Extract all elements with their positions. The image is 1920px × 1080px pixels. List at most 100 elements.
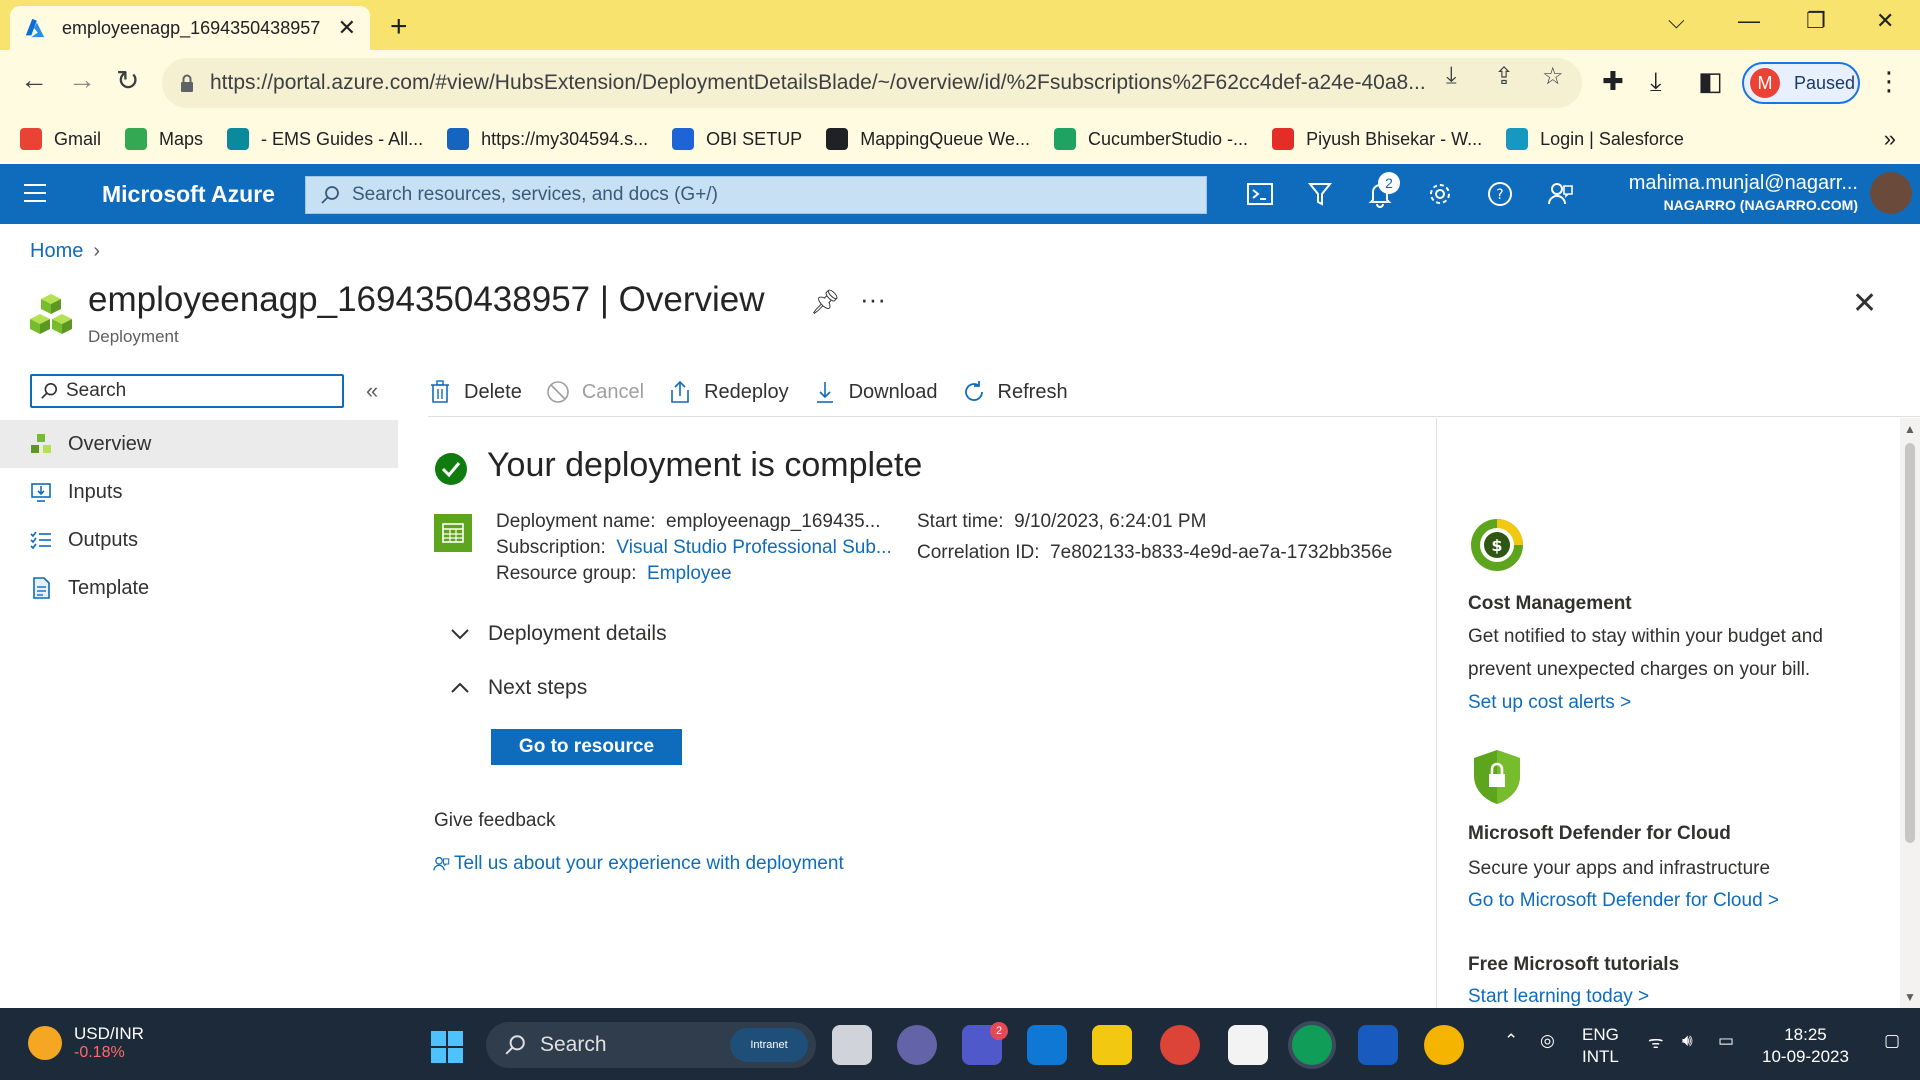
cost-alerts-link[interactable]: Set up cost alerts > [1468,692,1631,714]
currency-widget[interactable]: USD/INR -0.18% [28,1024,144,1062]
tab-search-chevron-icon[interactable]: ⌵ [1668,8,1685,34]
wifi-icon[interactable]: ᯤ [1648,1032,1664,1054]
scroll-up-arrow-icon[interactable]: ▲ [1904,422,1916,436]
notepad-icon[interactable] [1228,1025,1268,1065]
sidebar-search-input[interactable]: Search [30,374,344,408]
chrome-menu-icon[interactable]: ⋮ [1876,66,1902,97]
minimize-icon[interactable]: — [1738,8,1760,34]
battery-icon[interactable]: ▭ [1718,1030,1734,1052]
bookmark-item[interactable]: Gmail [20,128,101,150]
taskbar-search[interactable]: Search Intranet [486,1022,816,1068]
azure-header: Microsoft Azure Search resources, servic… [0,164,1920,224]
defender-shield-icon [1474,750,1520,804]
scrollbar-thumb[interactable] [1905,443,1915,843]
downloads-icon[interactable]: ⤓ [1650,66,1662,98]
pin-icon[interactable]: 📌︎ [810,288,840,317]
next-steps-toggle[interactable]: Next steps [450,676,587,700]
subscription-link[interactable]: Visual Studio Professional Sub... [616,537,891,558]
sidebar-search-placeholder: Search [66,380,127,401]
chrome-profile-m-icon[interactable] [1292,1025,1332,1065]
language-indicator[interactable]: ENG INTL [1582,1024,1619,1068]
account-info[interactable]: mahima.munjal@nagarr... NAGARRO (NAGARRO… [1629,172,1858,213]
file-explorer-icon[interactable] [1092,1025,1132,1065]
window-close-icon[interactable]: ✕ [1876,8,1894,34]
clock[interactable]: 18:25 10-09-2023 [1762,1024,1849,1068]
notification-center-icon[interactable]: ▢ [1884,1030,1900,1052]
close-blade-icon[interactable]: ✕ [1852,286,1877,321]
chrome-profile-2-icon[interactable] [1424,1025,1464,1065]
breadcrumb-home[interactable]: Home [30,240,83,262]
show-hidden-icons-chevron-icon[interactable]: ⌃ [1504,1030,1518,1052]
address-bar[interactable]: https://portal.azure.com/#view/HubsExten… [162,58,1582,108]
bookmark-item[interactable]: https://my304594.s... [447,128,648,150]
feedback-link-text: Tell us about your experience with deplo… [454,853,844,874]
collapse-sidebar-icon[interactable]: « [366,378,378,404]
bookmark-item[interactable]: Piyush Bhisekar - W... [1272,128,1482,150]
portal-menu-icon[interactable] [24,184,46,208]
refresh-button[interactable]: Refresh [962,380,1068,404]
bookmark-item[interactable]: OBI SETUP [672,128,802,150]
share-icon[interactable]: ⇪ [1494,62,1514,91]
profile-button[interactable]: M Paused [1742,62,1860,104]
feedback-icon[interactable] [1546,180,1574,208]
browser-tab[interactable]: employeenagp_1694350438957 ✕ [10,6,370,50]
bookmark-item[interactable]: Maps [125,128,203,150]
correlation-id-value: 7e802133-b833-4e9d-ae7a-1732bb356e [1050,542,1393,563]
cancel-button[interactable]: Cancel [546,380,644,404]
meet-chat-icon[interactable] [897,1025,937,1065]
ticker-symbol: USD/INR [74,1024,144,1043]
bookmark-favicon-icon [1053,128,1076,150]
vpn-icon[interactable]: ◎ [1540,1030,1555,1052]
azure-brand[interactable]: Microsoft Azure [102,181,275,208]
sidebar-item-template[interactable]: Template [0,564,398,612]
right-panel-scrollbar[interactable]: ▲ ▼ [1900,418,1920,1008]
task-view-icon[interactable] [832,1025,872,1065]
more-options-icon[interactable]: ··· [860,284,886,315]
tab-close-icon[interactable]: ✕ [338,15,356,41]
bookmark-star-icon[interactable]: ☆ [1542,62,1564,91]
back-icon[interactable]: ← [20,64,48,96]
windows-start-icon[interactable] [430,1030,464,1064]
deployment-details-toggle[interactable]: Deployment details [450,622,667,646]
tutorials-link[interactable]: Start learning today > [1468,986,1649,1008]
forward-icon[interactable]: → [68,64,96,96]
sidebar-item-inputs[interactable]: Inputs [0,468,398,516]
volume-icon[interactable]: 🔊︎ [1682,1030,1693,1052]
outlook-icon[interactable] [1027,1025,1067,1065]
defender-link[interactable]: Go to Microsoft Defender for Cloud > [1468,890,1779,912]
bookmark-favicon-icon [447,128,470,150]
cloud-shell-icon[interactable] [1246,180,1274,208]
go-to-resource-button[interactable]: Go to resource [491,729,682,765]
account-avatar[interactable] [1870,172,1912,214]
help-icon[interactable]: ? [1486,180,1514,208]
install-app-icon[interactable]: ⤓ [1446,62,1457,90]
bookmark-item[interactable]: CucumberStudio -... [1053,128,1249,150]
new-tab-icon[interactable]: + [390,10,408,44]
word-icon[interactable] [1358,1025,1398,1065]
extensions-icon[interactable]: ✚ [1602,66,1624,97]
page-subtitle: Deployment [88,327,179,346]
directory-filter-icon[interactable] [1306,180,1334,208]
bookmark-label: CucumberStudio -... [1087,128,1249,149]
bookmark-item[interactable]: Login | Salesforce [1506,128,1684,150]
scroll-down-arrow-icon[interactable]: ▼ [1904,990,1916,1004]
delete-button[interactable]: Delete [428,380,522,404]
redeploy-button[interactable]: Redeploy [668,380,789,404]
chrome-icon[interactable] [1160,1025,1200,1065]
bookmark-label: Gmail [54,128,102,149]
side-panel-icon[interactable]: ◧ [1698,66,1723,97]
bookmark-item[interactable]: - EMS Guides - All... [227,128,423,150]
restore-icon[interactable]: ❐ [1806,8,1826,34]
bookmark-item[interactable]: MappingQueue We... [826,128,1030,150]
resource-group-link[interactable]: Employee [647,563,732,584]
global-search-input[interactable]: Search resources, services, and docs (G+… [305,176,1207,214]
settings-gear-icon[interactable] [1426,180,1454,208]
reload-icon[interactable]: ↻ [116,64,139,97]
sidebar-item-overview[interactable]: Overview [0,420,398,468]
sidebar-item-outputs[interactable]: Outputs [0,516,398,564]
cost-management-text: Get notified to stay within your budget … [1468,626,1823,680]
bookmarks-overflow-icon[interactable]: » [1884,126,1896,152]
download-button[interactable]: Download [813,380,938,404]
bookmark-label: - EMS Guides - All... [261,128,424,149]
feedback-link[interactable]: Tell us about your experience with deplo… [432,853,844,875]
